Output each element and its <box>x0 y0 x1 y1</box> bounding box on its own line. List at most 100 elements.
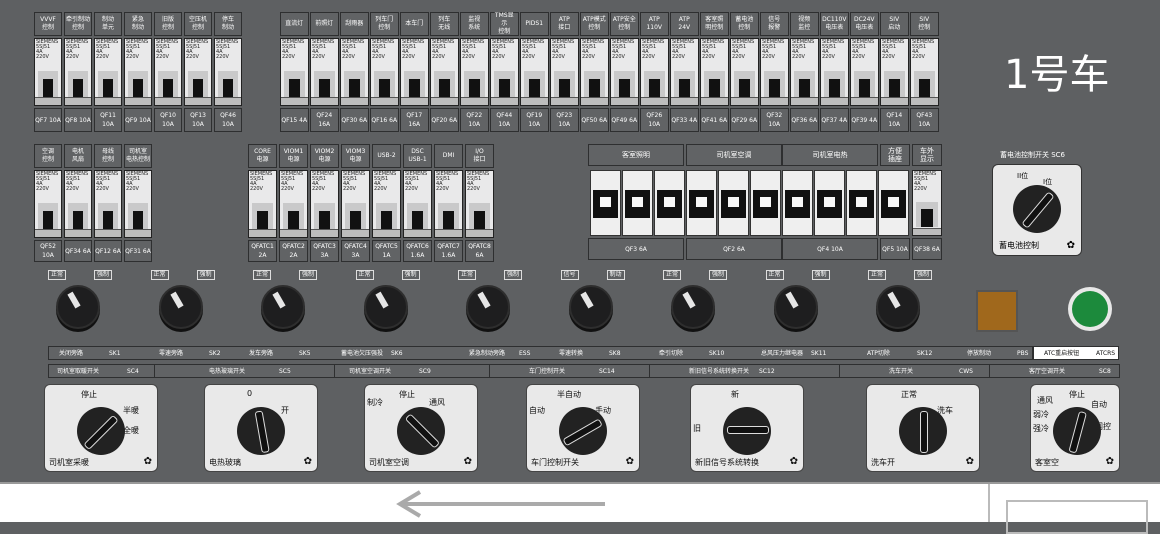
circuit-breaker[interactable]: SIEMENS 5SJ51 4A 220V <box>730 38 759 106</box>
breaker-toggle[interactable] <box>738 78 750 98</box>
breaker-toggle[interactable] <box>528 78 540 98</box>
breaker-toggle[interactable] <box>132 78 144 98</box>
circuit-breaker[interactable]: SIEMENS 5SJ51 4A 220V <box>760 38 789 106</box>
large-breaker-toggle[interactable] <box>663 196 676 207</box>
circuit-breaker[interactable]: SIEMENS 5SJ51 4A 220V <box>248 170 277 238</box>
selector-knob[interactable] <box>363 285 408 329</box>
circuit-breaker[interactable]: SIEMENS 5SJ51 4A 220V <box>310 38 339 106</box>
selector-knob[interactable] <box>261 285 305 329</box>
selector-knob[interactable] <box>671 285 715 329</box>
breaker-toggle[interactable] <box>319 210 330 230</box>
large-breaker-toggle[interactable] <box>599 196 612 207</box>
circuit-breaker[interactable]: SIEMENS 5SJ51 4A 220V <box>184 38 212 106</box>
breaker-toggle[interactable] <box>350 210 361 230</box>
breaker-toggle[interactable] <box>798 78 810 98</box>
breaker-toggle[interactable] <box>348 78 360 98</box>
breaker-toggle[interactable] <box>162 78 174 98</box>
breaker-toggle[interactable] <box>72 210 84 230</box>
rotary-switch[interactable]: 通风 停止 自动 弱冷 强冷 网控 客室空 ✿ <box>1030 384 1120 472</box>
breaker-toggle[interactable] <box>257 210 268 230</box>
switch-handle[interactable] <box>562 418 603 447</box>
circuit-breaker[interactable]: SIEMENS 5SJ51 4A 220V <box>64 170 92 238</box>
circuit-breaker[interactable]: SIEMENS 5SJ51 4A 220V <box>610 38 639 106</box>
large-breaker-toggle[interactable] <box>631 196 644 207</box>
large-breaker[interactable] <box>654 170 685 236</box>
large-breaker-toggle[interactable] <box>887 196 900 207</box>
circuit-breaker[interactable]: SIEMENS 5SJ51 4A 220V <box>820 38 849 106</box>
rotary-switch[interactable]: 正常 洗车 洗车开 ✿ <box>866 384 980 472</box>
circuit-breaker[interactable]: SIEMENS 5SJ51 4A 220V <box>790 38 819 106</box>
breaker-toggle[interactable] <box>918 78 930 98</box>
breaker-toggle[interactable] <box>288 78 300 98</box>
breaker-toggle[interactable] <box>443 210 454 230</box>
breaker-toggle[interactable] <box>498 78 510 98</box>
breaker-toggle[interactable] <box>102 210 114 230</box>
nav-box[interactable] <box>1006 500 1148 534</box>
large-breaker[interactable] <box>686 170 717 236</box>
amber-indicator-button[interactable] <box>976 290 1018 332</box>
breaker-toggle[interactable] <box>378 78 390 98</box>
breaker-toggle[interactable] <box>828 78 840 98</box>
large-breaker-toggle[interactable] <box>759 196 772 207</box>
switch-handle[interactable] <box>254 410 270 454</box>
circuit-breaker[interactable]: SIEMENS 5SJ51 4A 220V <box>460 38 489 106</box>
switch-handle[interactable] <box>1068 410 1088 454</box>
circuit-breaker[interactable]: SIEMENS 5SJ51 4A 220V <box>310 170 339 238</box>
large-breaker-toggle[interactable] <box>727 196 740 207</box>
selector-knob[interactable] <box>876 285 920 329</box>
breaker-toggle[interactable] <box>588 78 600 98</box>
breaker-toggle[interactable] <box>222 78 234 98</box>
circuit-breaker[interactable]: SIEMENS 5SJ51 4A 220V <box>94 38 122 106</box>
circuit-breaker[interactable]: SIEMENS 5SJ51 4A 220V <box>340 38 369 106</box>
rotary-switch[interactable]: 自动 半自动 手动 车门控制开关 ✿ <box>526 384 640 472</box>
breaker-toggle[interactable] <box>412 210 423 230</box>
large-breaker-toggle[interactable] <box>855 196 868 207</box>
circuit-breaker[interactable]: SIEMENS 5SJ51 4A 220V <box>34 38 62 106</box>
rotary-switch[interactable]: 旧 新新旧信号系统转换 ✿ <box>690 384 804 472</box>
breaker-toggle[interactable] <box>558 78 570 98</box>
rotary-switch[interactable]: 制冷 停止 通风 司机室空调 ✿ <box>364 384 478 472</box>
circuit-breaker[interactable]: SIEMENS 5SJ51 4A 220V <box>430 38 459 106</box>
breaker-toggle[interactable] <box>438 78 450 98</box>
circuit-breaker[interactable]: SIEMENS 5SJ51 4A 220V <box>700 38 729 106</box>
circuit-breaker[interactable]: SIEMENS 5SJ51 4A 220V <box>550 38 579 106</box>
breaker-toggle[interactable] <box>474 210 485 230</box>
circuit-breaker[interactable]: SIEMENS 5SJ51 4A 220V <box>370 38 399 106</box>
circuit-breaker[interactable]: SIEMENS 5SJ51 4A 220V <box>640 38 669 106</box>
breaker-toggle[interactable] <box>102 78 114 98</box>
breaker-toggle[interactable] <box>648 78 660 98</box>
selector-knob[interactable] <box>56 285 100 329</box>
large-breaker[interactable] <box>878 170 909 236</box>
breaker-toggle[interactable] <box>192 78 204 98</box>
battery-switch[interactable]: II位 I位 蓄电池控制 ✿ <box>992 164 1082 256</box>
circuit-breaker[interactable]: SIEMENS 5SJ51 4A 220V <box>850 38 879 106</box>
breaker-toggle[interactable] <box>42 210 54 230</box>
circuit-breaker[interactable]: SIEMENS 5SJ51 4A 220V <box>403 170 432 238</box>
large-breaker-toggle[interactable] <box>695 196 708 207</box>
circuit-breaker[interactable]: SIEMENS 5SJ51 4A 220V <box>400 38 429 106</box>
large-breaker[interactable] <box>590 170 621 236</box>
switch-handle[interactable] <box>83 414 119 451</box>
green-indicator-button[interactable] <box>1068 287 1112 331</box>
breaker-toggle[interactable] <box>381 210 392 230</box>
breaker-toggle[interactable] <box>858 78 870 98</box>
rotary-switch[interactable]: 停止 半暖 全暖 司机室采暖 ✿ <box>44 384 158 472</box>
circuit-breaker[interactable]: SIEMENS 5SJ51 4A 220V <box>34 170 62 238</box>
circuit-breaker[interactable]: SIEMENS 5SJ51 4A 220V <box>280 38 309 106</box>
large-breaker[interactable] <box>814 170 845 236</box>
breaker-toggle[interactable] <box>708 78 720 98</box>
large-breaker[interactable] <box>846 170 877 236</box>
large-breaker-toggle[interactable] <box>823 196 836 207</box>
circuit-breaker[interactable]: SIEMENS 5SJ51 4A 220V <box>372 170 401 238</box>
large-breaker[interactable] <box>622 170 653 236</box>
circuit-breaker[interactable]: SIEMENS 5SJ51 4A 220V <box>910 38 939 106</box>
breaker-toggle[interactable] <box>921 209 933 228</box>
circuit-breaker[interactable]: SIEMENS 5SJ51 4A 220V <box>124 38 152 106</box>
breaker-toggle[interactable] <box>618 78 630 98</box>
selector-knob[interactable] <box>158 285 203 329</box>
breaker-toggle[interactable] <box>408 78 420 98</box>
switch-handle[interactable] <box>727 426 769 434</box>
selector-knob[interactable] <box>568 285 613 329</box>
breaker-toggle[interactable] <box>768 78 780 98</box>
circuit-breaker[interactable]: SIEMENS 5SJ51 4A 220V <box>214 38 242 106</box>
